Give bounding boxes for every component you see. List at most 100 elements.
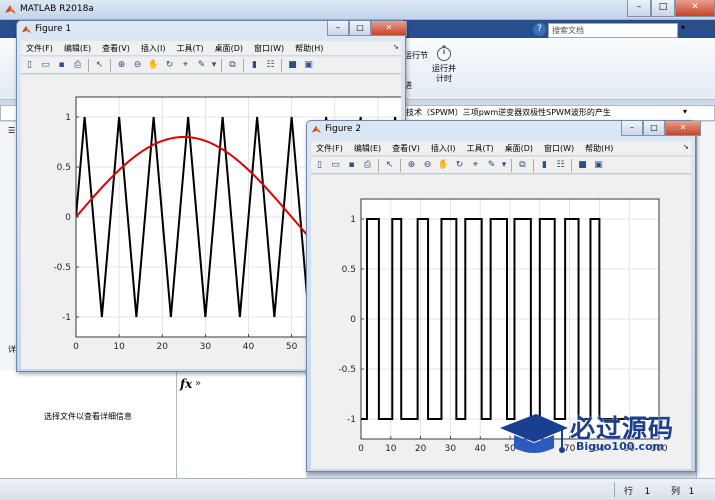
menu-file[interactable]: 文件(F) — [21, 43, 59, 54]
menu-tools[interactable]: 工具(T) — [461, 143, 499, 154]
x-tick-label: 20 — [415, 444, 427, 454]
menu-tools[interactable]: 工具(T) — [171, 43, 209, 54]
zoom-in-icon[interactable]: ⊕ — [115, 59, 128, 72]
brush-dropdown-icon[interactable]: ▾ — [211, 59, 217, 72]
dock-arrow-icon[interactable]: ➘ — [683, 143, 689, 151]
menu-desktop[interactable]: 桌面(D) — [210, 43, 249, 54]
y-tick-label: -0.5 — [53, 263, 71, 273]
pan-icon[interactable]: ✋ — [147, 59, 160, 72]
hide-tools-icon[interactable]: ■ — [286, 59, 299, 72]
zoom-out-icon[interactable]: ⊖ — [131, 59, 144, 72]
minimize-button[interactable]: – — [627, 0, 651, 17]
new-figure-icon[interactable]: ▯ — [23, 59, 36, 72]
figure-icon — [21, 25, 32, 34]
command-prompt-chevron: » — [195, 378, 202, 389]
data-cursor-icon[interactable]: ⌖ — [469, 159, 482, 172]
search-documentation-input[interactable]: 搜索文档 — [548, 23, 678, 38]
figure-2-close-button[interactable]: ✕ — [665, 121, 701, 136]
menu-desktop[interactable]: 桌面(D) — [500, 143, 539, 154]
dock-arrow-icon[interactable]: ➘ — [393, 43, 399, 51]
run-and-time-label: 运行并 计时 — [432, 64, 456, 83]
menu-file[interactable]: 文件(F) — [311, 143, 349, 154]
close-button[interactable]: ✕ — [675, 0, 715, 17]
y-tick-label: 0 — [65, 213, 71, 223]
pointer-icon[interactable]: ↖ — [383, 159, 396, 172]
legend-icon[interactable]: ☷ — [554, 159, 567, 172]
menu-help[interactable]: 帮助(H) — [580, 143, 619, 154]
menu-window[interactable]: 窗口(W) — [249, 43, 290, 54]
run-and-time-button[interactable]: 运行并 计时 — [429, 44, 459, 84]
open-file-icon[interactable]: ▭ — [39, 59, 52, 72]
toolbar-separator — [511, 158, 512, 172]
save-icon[interactable]: ▪ — [345, 159, 358, 172]
link-plot-icon[interactable]: ⧉ — [226, 59, 239, 72]
menu-view[interactable]: 查看(V) — [387, 143, 426, 154]
figure-1-close-button[interactable]: ✕ — [371, 21, 407, 36]
x-tick-label: 0 — [73, 342, 79, 352]
folder-dropdown-icon[interactable]: ▾ — [683, 107, 687, 116]
hide-tools-icon[interactable]: ■ — [576, 159, 589, 172]
figure-2-minimize-button[interactable]: – — [621, 121, 643, 136]
menu-view[interactable]: 查看(V) — [97, 43, 136, 54]
run-section-label: 运行节 — [404, 51, 428, 60]
watermark-url: Biguo100.com — [576, 440, 665, 453]
x-tick-label: 40 — [243, 342, 255, 352]
figure-2-menubar: 文件(F) 编辑(E) 查看(V) 插入(I) 工具(T) 桌面(D) 窗口(W… — [311, 141, 691, 156]
run-section-button[interactable]: 运行节 — [404, 50, 428, 61]
colorbar-icon[interactable]: ▮ — [538, 159, 551, 172]
toolbar-separator — [571, 158, 572, 172]
rotate-icon[interactable]: ↻ — [453, 159, 466, 172]
pointer-icon[interactable]: ↖ — [93, 59, 106, 72]
menu-insert[interactable]: 插入(I) — [136, 43, 172, 54]
save-icon[interactable]: ▪ — [55, 59, 68, 72]
brush-icon[interactable]: ✎ — [195, 59, 208, 72]
brush-icon[interactable]: ✎ — [485, 159, 498, 172]
maximize-button[interactable]: □ — [651, 0, 675, 17]
menu-insert[interactable]: 插入(I) — [426, 143, 462, 154]
rotate-icon[interactable]: ↻ — [163, 59, 176, 72]
show-tools-icon[interactable]: ▣ — [302, 59, 315, 72]
figure-1-toolbar: ▯ ▭ ▪ ⎙ ↖ ⊕ ⊖ ✋ ↻ ⌖ ✎ ▾ ⧉ ▮ ☷ ■ ▣ — [21, 57, 401, 74]
menu-help[interactable]: 帮助(H) — [290, 43, 329, 54]
row-label: 行 — [624, 487, 634, 497]
toolbar-separator — [88, 58, 89, 72]
figure-1-title: Figure 1 — [35, 24, 72, 34]
show-tools-icon[interactable]: ▣ — [592, 159, 605, 172]
open-file-icon[interactable]: ▭ — [329, 159, 342, 172]
x-tick-label: 30 — [445, 444, 457, 454]
figure-2-toolbar: ▯ ▭ ▪ ⎙ ↖ ⊕ ⊖ ✋ ↻ ⌖ ✎ ▾ ⧉ ▮ ☷ ■ ▣ — [311, 157, 691, 174]
print-icon[interactable]: ⎙ — [71, 59, 84, 72]
search-dropdown-icon[interactable]: ▾ — [681, 23, 693, 38]
colorbar-icon[interactable]: ▮ — [248, 59, 261, 72]
link-plot-icon[interactable]: ⧉ — [516, 159, 529, 172]
toolbar-separator — [221, 58, 222, 72]
right-scroll-strip[interactable] — [696, 122, 715, 478]
help-icon[interactable]: ? — [533, 23, 546, 36]
column-label: 列 — [671, 487, 681, 497]
menu-edit[interactable]: 编辑(E) — [349, 143, 387, 154]
search-placeholder: 搜索文档 — [552, 26, 584, 35]
toolbar-separator — [243, 58, 244, 72]
brush-dropdown-icon[interactable]: ▾ — [501, 159, 507, 172]
y-tick-label: 0.5 — [342, 265, 356, 275]
toolbar-separator — [400, 158, 401, 172]
x-tick-label: 10 — [385, 444, 397, 454]
figure-1-maximize-button[interactable]: □ — [349, 21, 371, 36]
zoom-out-icon[interactable]: ⊖ — [421, 159, 434, 172]
y-tick-label: -0.5 — [338, 365, 356, 375]
figure-1-controls: – □ ✕ — [327, 21, 407, 37]
figure-2-maximize-button[interactable]: □ — [643, 121, 665, 136]
print-icon[interactable]: ⎙ — [361, 159, 374, 172]
main-window-title: MATLAB R2018a — [20, 4, 94, 14]
pan-icon[interactable]: ✋ — [437, 159, 450, 172]
menu-edit[interactable]: 编辑(E) — [59, 43, 97, 54]
new-figure-icon[interactable]: ▯ — [313, 159, 326, 172]
data-cursor-icon[interactable]: ⌖ — [179, 59, 192, 72]
zoom-in-icon[interactable]: ⊕ — [405, 159, 418, 172]
menu-window[interactable]: 窗口(W) — [539, 143, 580, 154]
figure-1-minimize-button[interactable]: – — [327, 21, 349, 36]
fx-icon[interactable]: fx — [180, 377, 192, 391]
main-title-bar: MATLAB R2018a — [0, 0, 715, 20]
legend-icon[interactable]: ☷ — [264, 59, 277, 72]
graduation-cap-icon — [500, 414, 568, 453]
